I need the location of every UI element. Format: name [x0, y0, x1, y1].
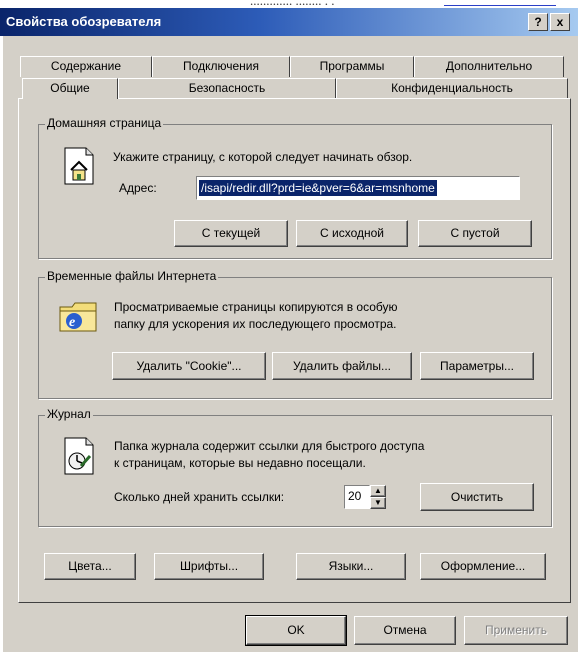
tab-content[interactable]: Содержание — [20, 56, 152, 77]
home-page-group-title: Домашняя страница — [45, 116, 164, 130]
address-label: Адрес: — [119, 181, 157, 195]
delete-cookies-button[interactable]: Удалить "Cookie"... — [112, 352, 266, 380]
background-page-strip: ............. ........ . . — [0, 0, 578, 8]
home-page-icon — [64, 147, 94, 185]
days-label: Сколько дней хранить ссылки: — [114, 490, 285, 504]
history-line2: к страницам, которые вы недавно посещали… — [114, 456, 366, 470]
address-value: /isapi/redir.dll?prd=ie&pver=6&ar=msnhom… — [199, 180, 437, 196]
use-current-button[interactable]: С текущей — [174, 220, 288, 247]
apply-button[interactable]: Применить — [464, 616, 568, 645]
history-icon — [64, 437, 94, 475]
temp-files-folder-icon: e — [59, 302, 97, 332]
temp-files-group: Временные файлы Интернета — [38, 269, 552, 399]
clear-history-button[interactable]: Очистить — [420, 483, 534, 511]
close-button[interactable]: x — [550, 13, 570, 31]
arrow-down-icon: ▼ — [374, 498, 382, 507]
temp-files-group-title: Временные файлы Интернета — [45, 269, 219, 283]
days-down-button[interactable]: ▼ — [370, 497, 386, 509]
help-button[interactable]: ? — [528, 13, 548, 31]
address-input[interactable]: /isapi/redir.dll?prd=ie&pver=6&ar=msnhom… — [196, 176, 520, 200]
window-title: Свойства обозревателя — [6, 14, 162, 29]
accessibility-button[interactable]: Оформление... — [420, 553, 546, 580]
svg-text:e: e — [69, 315, 75, 330]
temp-files-line1: Просматриваемые страницы копируются в ос… — [114, 300, 398, 314]
colors-button[interactable]: Цвета... — [44, 553, 136, 580]
title-bar[interactable]: Свойства обозревателя ? x — [0, 8, 578, 36]
window-edge — [0, 36, 3, 652]
history-line1: Папка журнала содержит ссылки для быстро… — [114, 439, 425, 453]
use-blank-button[interactable]: С пустой — [418, 220, 532, 247]
arrow-up-icon: ▲ — [374, 486, 382, 495]
tab-programs[interactable]: Программы — [290, 56, 414, 77]
tab-security[interactable]: Безопасность — [118, 78, 336, 99]
temp-files-line2: папку для ускорения их последующего прос… — [114, 317, 397, 331]
use-default-button[interactable]: С исходной — [296, 220, 408, 247]
tab-privacy[interactable]: Конфиденциальность — [336, 78, 568, 99]
tab-advanced[interactable]: Дополнительно — [414, 56, 564, 77]
tab-connections[interactable]: Подключения — [152, 56, 290, 77]
tab-general[interactable]: Общие — [22, 78, 118, 99]
fonts-button[interactable]: Шрифты... — [154, 553, 264, 580]
internet-options-dialog: Свойства обозревателя ? x Содержание Под… — [0, 8, 578, 652]
settings-button[interactable]: Параметры... — [420, 352, 534, 380]
days-up-button[interactable]: ▲ — [370, 485, 386, 497]
history-group-title: Журнал — [45, 407, 93, 421]
languages-button[interactable]: Языки... — [296, 553, 406, 580]
delete-files-button[interactable]: Удалить файлы... — [272, 352, 412, 380]
ok-button[interactable]: OK — [245, 615, 347, 646]
home-page-description: Укажите страницу, с которой следует начи… — [113, 150, 413, 164]
days-input[interactable]: 20 — [344, 485, 370, 509]
cancel-button[interactable]: Отмена — [354, 616, 456, 645]
